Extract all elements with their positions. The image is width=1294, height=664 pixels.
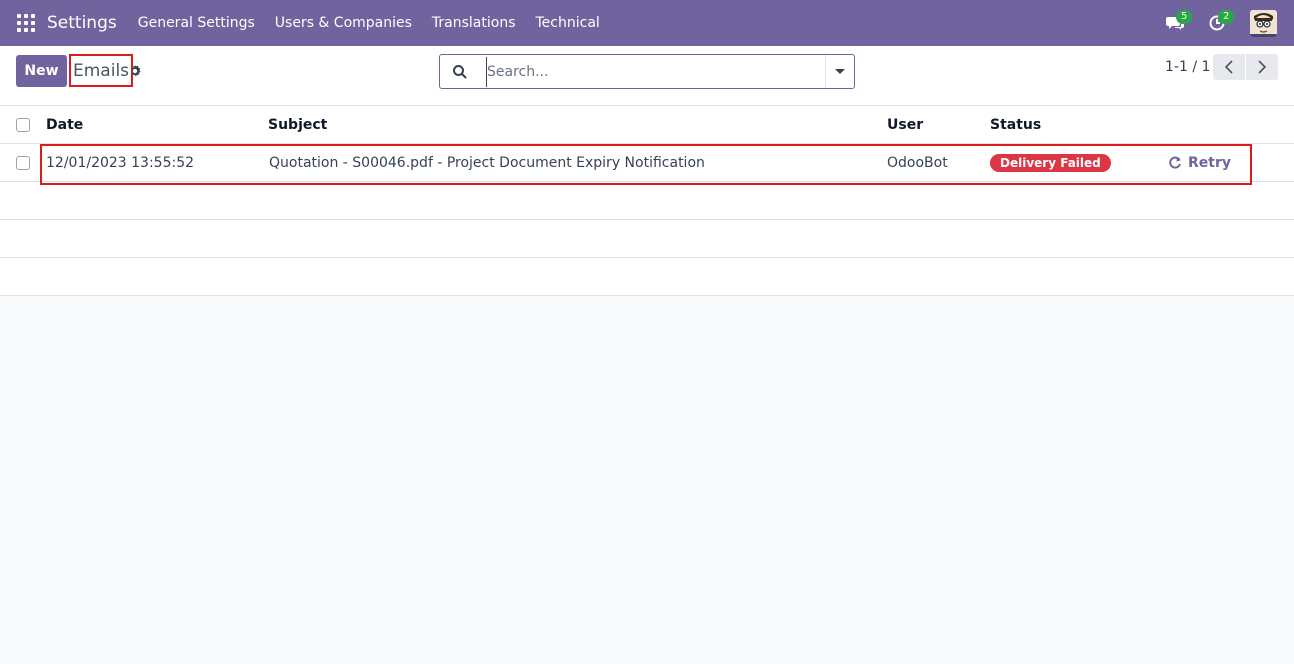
row-checkbox[interactable] (16, 156, 30, 170)
activities-button[interactable]: 2 (1196, 0, 1238, 46)
menu-translations[interactable]: Translations (422, 15, 526, 31)
empty-row (0, 220, 1294, 258)
cell-date: 12/01/2023 13:55:52 (46, 155, 195, 171)
cell-status: Delivery Failed (990, 144, 1111, 182)
breadcrumb: Emails (69, 54, 134, 87)
column-header-subject[interactable]: Subject (268, 106, 327, 144)
activities-count-badge: 2 (1218, 10, 1235, 24)
column-header-user[interactable]: User (887, 106, 923, 144)
column-header-date[interactable]: Date (46, 106, 83, 144)
retry-button[interactable]: Retry (1168, 144, 1231, 182)
table-row[interactable]: 12/01/2023 13:55:52 Quotation - S00046.p… (0, 144, 1294, 185)
new-button[interactable]: New (16, 55, 67, 87)
pager-previous-button[interactable] (1213, 54, 1245, 80)
messages-button[interactable]: 5 (1154, 0, 1196, 46)
app-title[interactable]: Settings (47, 13, 117, 33)
apps-menu-icon[interactable] (17, 14, 35, 32)
menu-technical[interactable]: Technical (526, 15, 610, 31)
pager-value[interactable]: 1-1 / 1 (1165, 59, 1210, 75)
email-list: Date Subject User Status 12/01/2023 13:5… (0, 106, 1294, 296)
search-bar (439, 54, 855, 89)
page-title: Emails (73, 60, 130, 81)
select-all-cell (16, 106, 30, 144)
systray: 5 2 (1154, 0, 1277, 46)
chevron-left-icon (1224, 60, 1233, 74)
user-avatar[interactable] (1250, 9, 1277, 37)
row-select-cell (16, 144, 30, 182)
refresh-icon (1169, 156, 1181, 169)
empty-row (0, 258, 1294, 296)
menu-users-companies[interactable]: Users & Companies (265, 15, 422, 31)
status-badge: Delivery Failed (990, 154, 1111, 172)
retry-action[interactable]: Retry (1168, 155, 1231, 171)
gear-icon[interactable] (128, 64, 142, 78)
cell-user: OdooBot (887, 155, 948, 171)
control-panel: New Emails 1-1 / 1 (0, 46, 1294, 106)
retry-label: Retry (1188, 155, 1231, 171)
pager-next-button[interactable] (1246, 54, 1278, 80)
chevron-right-icon (1258, 60, 1267, 74)
search-input[interactable] (486, 56, 825, 87)
empty-row (0, 182, 1294, 220)
top-navbar: Settings General Settings Users & Compan… (0, 0, 1294, 46)
search-icon (453, 64, 467, 79)
avatar-face-icon (1250, 9, 1277, 37)
cell-subject: Quotation - S00046.pdf - Project Documen… (269, 155, 705, 171)
search-options-toggle[interactable] (825, 55, 854, 88)
list-header: Date Subject User Status (0, 106, 1294, 144)
column-header-status[interactable]: Status (990, 106, 1041, 144)
menu-general-settings[interactable]: General Settings (128, 15, 265, 31)
caret-down-icon (835, 69, 845, 74)
messages-count-badge: 5 (1176, 10, 1193, 24)
select-all-checkbox[interactable] (16, 118, 30, 132)
